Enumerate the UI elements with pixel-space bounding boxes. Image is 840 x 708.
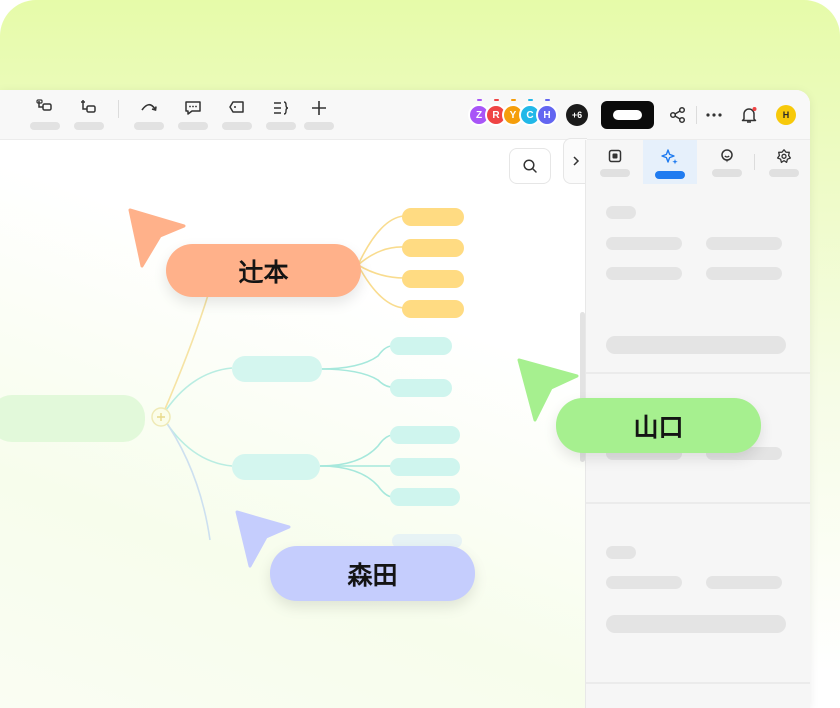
central-topic[interactable] xyxy=(0,395,145,442)
subtopic[interactable] xyxy=(390,488,460,506)
cursor-name-tag: 山口 xyxy=(556,398,761,453)
main-topic[interactable] xyxy=(232,454,320,480)
subtopic[interactable] xyxy=(390,426,460,444)
subtopic[interactable] xyxy=(390,337,452,355)
main-topic[interactable] xyxy=(232,356,322,382)
subtopic[interactable] xyxy=(402,208,464,226)
subtopic[interactable] xyxy=(402,239,464,257)
subtopic[interactable] xyxy=(402,300,464,318)
cursor-name-tag: 辻本 xyxy=(166,244,361,297)
subtopic[interactable] xyxy=(390,458,460,476)
cursor-name-tag: 森田 xyxy=(270,546,475,601)
subtopic[interactable] xyxy=(402,270,464,288)
subtopic[interactable] xyxy=(390,379,452,397)
